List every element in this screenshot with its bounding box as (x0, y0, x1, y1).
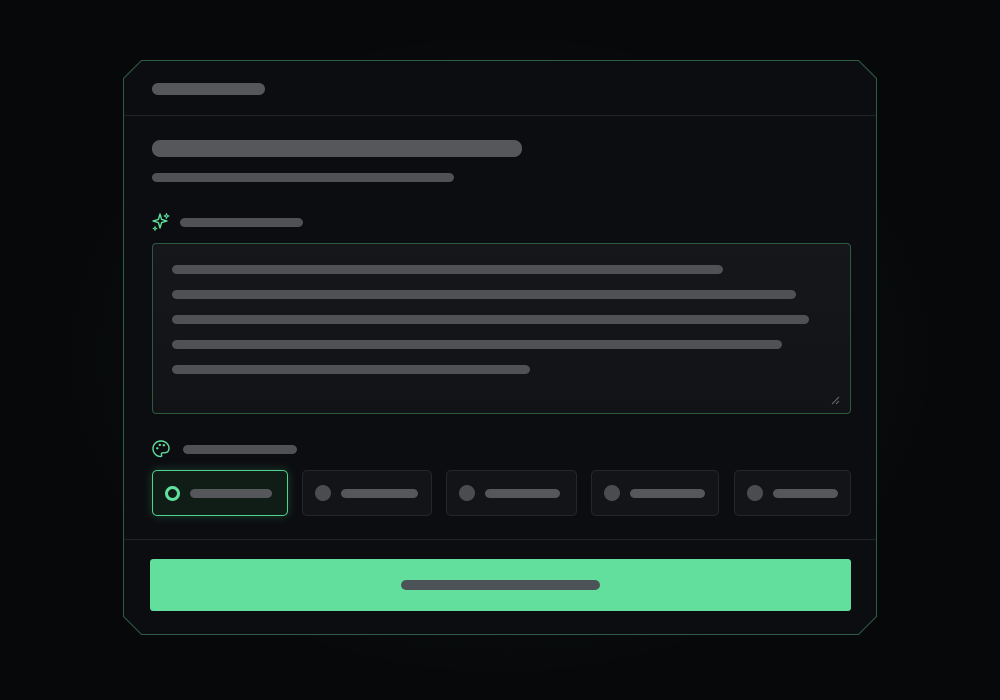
textarea-text-line (172, 290, 796, 299)
palette-icon (152, 440, 170, 458)
panel-header-label (152, 83, 265, 95)
radio-selected-icon (165, 486, 180, 501)
resize-handle-icon[interactable] (830, 395, 840, 405)
style-option-label (190, 489, 272, 498)
prompt-label (180, 218, 303, 227)
style-option-2[interactable] (302, 470, 432, 516)
radio-icon (315, 485, 331, 501)
textarea-text-line (172, 315, 809, 324)
radio-icon (604, 485, 620, 501)
footer-divider (124, 539, 876, 540)
style-option-label (630, 489, 705, 498)
textarea-text-line (172, 365, 530, 374)
style-option-3[interactable] (446, 470, 577, 516)
style-option-label (773, 489, 838, 498)
style-option-label (485, 489, 560, 498)
style-option-5[interactable] (734, 470, 851, 516)
prompt-textarea[interactable] (152, 243, 851, 414)
sparkles-icon (152, 213, 170, 231)
textarea-text-line (172, 265, 723, 274)
style-option-1[interactable] (152, 470, 288, 516)
style-label (183, 445, 297, 454)
page-subtitle (152, 173, 454, 182)
style-option-4[interactable] (591, 470, 719, 516)
header-divider (124, 115, 876, 116)
textarea-text-line (172, 340, 782, 349)
style-option-label (341, 489, 418, 498)
page-title (152, 140, 522, 157)
radio-icon (747, 485, 763, 501)
generate-button[interactable] (150, 559, 851, 611)
radio-icon (459, 485, 475, 501)
